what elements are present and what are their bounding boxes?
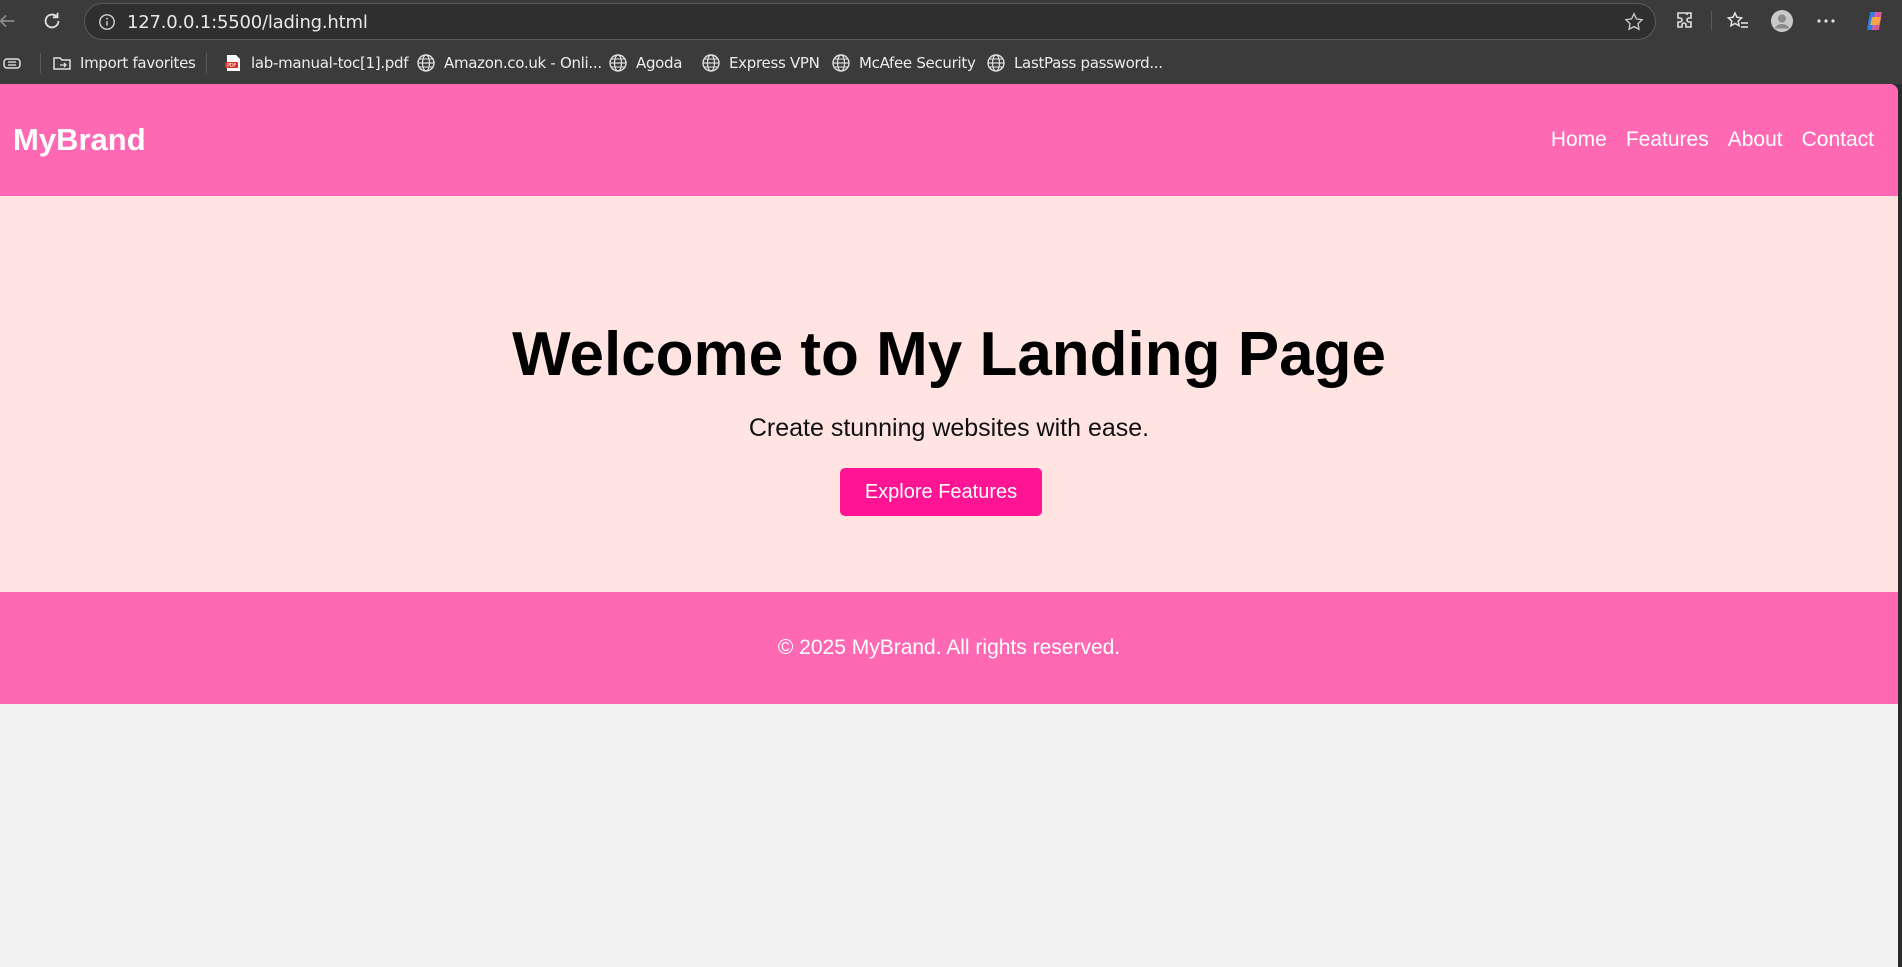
hero-section: Welcome to My Landing Page Create stunni… [0,196,1898,592]
page-viewport: MyBrand Home Features About Contact Welc… [0,84,1898,967]
globe-icon [987,54,1005,72]
bookmark-label: LastPass password... [1014,54,1163,72]
bookmarks-bar: Import favorites PDF lab-manual-toc[1].p… [0,42,1902,84]
copilot-icon [1867,12,1882,30]
favorites-button[interactable] [1725,8,1751,34]
globe-icon [609,54,627,72]
site-info-icon[interactable] [98,13,116,31]
hero-title: Welcome to My Landing Page [512,320,1386,389]
bookmark-label: Express VPN [729,54,820,72]
bookmarks-menu-button[interactable] [2,51,22,75]
profile-button[interactable] [1769,8,1795,34]
copilot-button[interactable] [1862,8,1888,34]
reload-button[interactable] [37,6,67,36]
address-bar[interactable]: 127.0.0.1:5500/lading.html [84,3,1656,40]
more-menu-button[interactable] [1813,8,1839,34]
reload-icon [44,12,60,29]
url-text: 127.0.0.1:5500/lading.html [127,12,368,33]
globe-icon [417,54,435,72]
bookmark-label: Agoda [636,54,683,72]
bookmark-lab-manual[interactable]: PDF lab-manual-toc[1].pdf [223,51,409,75]
hero-subtitle: Create stunning websites with ease. [748,414,1150,442]
extensions-button[interactable] [1673,8,1699,34]
bookmark-import-favorites[interactable]: Import favorites [52,51,196,75]
explore-features-button[interactable]: Explore Features [840,468,1042,516]
globe-icon [832,54,850,72]
puzzle-icon [1677,12,1692,28]
avatar-icon [1771,10,1793,32]
nav-link-home[interactable]: Home [1551,128,1607,152]
bookmark-lastpass[interactable]: LastPass password... [986,51,1163,75]
bookmark-label: McAfee Security [859,54,976,72]
nav-link-about[interactable]: About [1728,128,1783,152]
bookmark-agoda[interactable]: Agoda [608,51,682,75]
bookmarks-divider [40,53,41,73]
nav-link-contact[interactable]: Contact [1802,128,1874,152]
favorite-star-icon[interactable] [1623,11,1645,33]
bookmark-label: lab-manual-toc[1].pdf [251,54,409,72]
back-button[interactable] [0,6,22,36]
toolbar-divider [1711,11,1712,31]
globe-icon [702,54,720,72]
bookmark-label: Amazon.co.uk - Onli... [444,54,602,72]
bookmark-mcafee[interactable]: McAfee Security [831,51,976,75]
favorites-list-icon [1726,11,1748,28]
bookmark-express-vpn[interactable]: Express VPN [701,51,820,75]
footer-copyright: © 2025 MyBrand. All rights reserved. [777,636,1121,659]
bookmarks-divider [206,53,207,73]
nav-link-features[interactable]: Features [1626,128,1709,152]
site-header: MyBrand Home Features About Contact [0,84,1898,196]
site-footer: © 2025 MyBrand. All rights reserved. [0,592,1898,704]
pdf-icon: PDF [225,55,240,71]
svg-text:PDF: PDF [227,63,236,69]
brand-logo[interactable]: MyBrand [13,84,146,196]
folder-icon [53,57,71,70]
site-nav: Home Features About Contact [1551,84,1874,196]
bookmark-label: Import favorites [80,54,196,72]
bookmark-amazon[interactable]: Amazon.co.uk - Onli... [416,51,602,75]
more-dots-icon [1817,19,1835,23]
back-arrow-icon [0,14,15,28]
collections-icon [3,58,21,69]
browser-toolbar: 127.0.0.1:5500/lading.html [0,0,1902,42]
